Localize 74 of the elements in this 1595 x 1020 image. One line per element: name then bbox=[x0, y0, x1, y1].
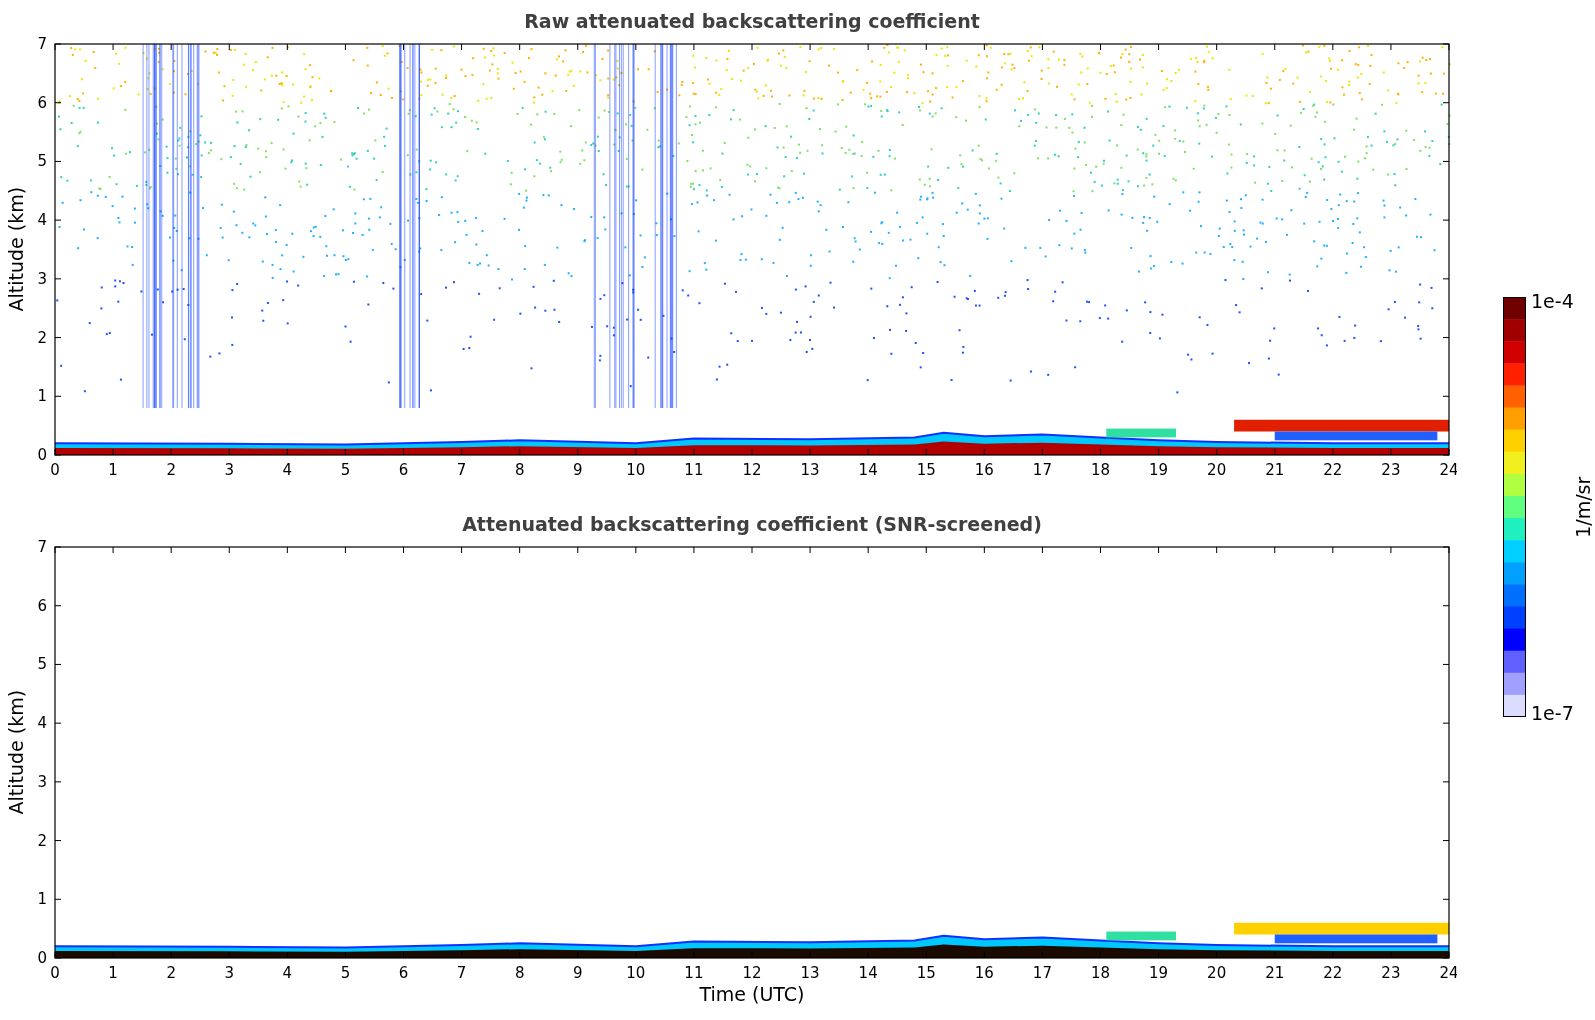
x-tick-label: 20 bbox=[1207, 964, 1227, 982]
x-tick-label: 6 bbox=[398, 964, 409, 982]
y-tick-label: 0 bbox=[37, 949, 47, 967]
y-tick-label: 3 bbox=[37, 772, 47, 791]
x-tick-label: 14 bbox=[858, 461, 878, 479]
y-tick-label: 7 bbox=[37, 36, 47, 53]
x-axis-label: Time (UTC) bbox=[699, 982, 805, 1007]
x-tick-label: 12 bbox=[742, 461, 762, 479]
x-tick-label: 3 bbox=[224, 461, 234, 479]
x-tick-label: 7 bbox=[456, 461, 467, 479]
x-tick-label: 21 bbox=[1265, 461, 1285, 479]
x-tick-label: 13 bbox=[800, 964, 820, 982]
x-tick-label: 18 bbox=[1090, 461, 1111, 479]
x-tick-label: 14 bbox=[858, 964, 878, 982]
y-tick-label: 2 bbox=[37, 831, 47, 850]
y-tick-label: 6 bbox=[37, 596, 47, 615]
x-tick-label: 24 bbox=[1439, 964, 1457, 982]
x-tick-label: 13 bbox=[800, 461, 820, 479]
y-tick-label: 2 bbox=[37, 328, 47, 347]
y-tick-label: 1 bbox=[37, 387, 47, 406]
x-tick-label: 7 bbox=[456, 964, 467, 982]
x-tick-label: 12 bbox=[742, 964, 762, 982]
x-tick-label: 11 bbox=[684, 964, 704, 982]
x-tick-label: 23 bbox=[1381, 461, 1401, 479]
plot-title: Attenuated backscattering coefficient (SNR-screened) bbox=[461, 511, 1043, 537]
y-tick-label: 5 bbox=[37, 152, 47, 171]
y-tick-label: 7 bbox=[37, 539, 47, 556]
x-tick-label: 17 bbox=[1032, 461, 1052, 479]
plot-title: Raw attenuated backscattering coefficient bbox=[523, 8, 981, 34]
x-tick-label: 16 bbox=[974, 964, 994, 982]
x-tick-label: 10 bbox=[626, 964, 646, 982]
x-tick-label: 5 bbox=[340, 461, 351, 479]
x-tick-label: 15 bbox=[916, 461, 936, 479]
x-tick-label: 1 bbox=[108, 964, 118, 982]
x-tick-label: 16 bbox=[974, 461, 994, 479]
x-tick-label: 9 bbox=[573, 964, 583, 982]
x-tick-label: 3 bbox=[224, 964, 234, 982]
x-tick-label: 9 bbox=[573, 461, 583, 479]
x-tick-label: 17 bbox=[1032, 964, 1052, 982]
x-tick-label: 22 bbox=[1323, 964, 1343, 982]
x-tick-label: 23 bbox=[1381, 964, 1401, 982]
y-tick-label: 5 bbox=[37, 655, 47, 674]
x-tick-label: 4 bbox=[282, 964, 293, 982]
y-tick-label: 4 bbox=[37, 714, 47, 733]
x-tick-label: 22 bbox=[1323, 461, 1343, 479]
colorbar-unit-label: 1/m/sr bbox=[1571, 476, 1595, 538]
x-tick-label: 20 bbox=[1207, 461, 1227, 479]
x-tick-label: 11 bbox=[684, 461, 704, 479]
x-tick-label: 1 bbox=[108, 461, 118, 479]
x-tick-label: 0 bbox=[50, 461, 60, 479]
x-tick-label: 4 bbox=[282, 461, 293, 479]
x-tick-label: 18 bbox=[1090, 964, 1111, 982]
colorbar-min-label: 1e-7 bbox=[1531, 700, 1574, 726]
y-tick-label: 0 bbox=[37, 446, 47, 464]
y-tick-label: 6 bbox=[37, 93, 47, 112]
y-axis-label: Altitude (km) bbox=[3, 690, 28, 815]
x-tick-label: 8 bbox=[514, 461, 525, 479]
y-axis-label: Altitude (km) bbox=[3, 187, 28, 312]
x-tick-label: 5 bbox=[340, 964, 351, 982]
colorbar-max-label: 1e-4 bbox=[1531, 289, 1574, 314]
x-tick-label: 10 bbox=[626, 461, 646, 479]
x-tick-label: 2 bbox=[166, 964, 176, 982]
x-tick-label: 21 bbox=[1265, 964, 1285, 982]
y-tick-label: 4 bbox=[37, 211, 47, 230]
x-tick-label: 8 bbox=[514, 964, 525, 982]
x-tick-label: 2 bbox=[166, 461, 176, 479]
y-tick-label: 1 bbox=[37, 890, 47, 909]
x-tick-label: 19 bbox=[1149, 461, 1169, 479]
y-tick-label: 3 bbox=[37, 269, 47, 288]
x-tick-label: 6 bbox=[398, 461, 409, 479]
x-tick-label: 19 bbox=[1149, 964, 1169, 982]
x-tick-label: 15 bbox=[916, 964, 936, 982]
x-tick-label: 24 bbox=[1439, 461, 1457, 479]
x-tick-label: 0 bbox=[50, 964, 60, 982]
